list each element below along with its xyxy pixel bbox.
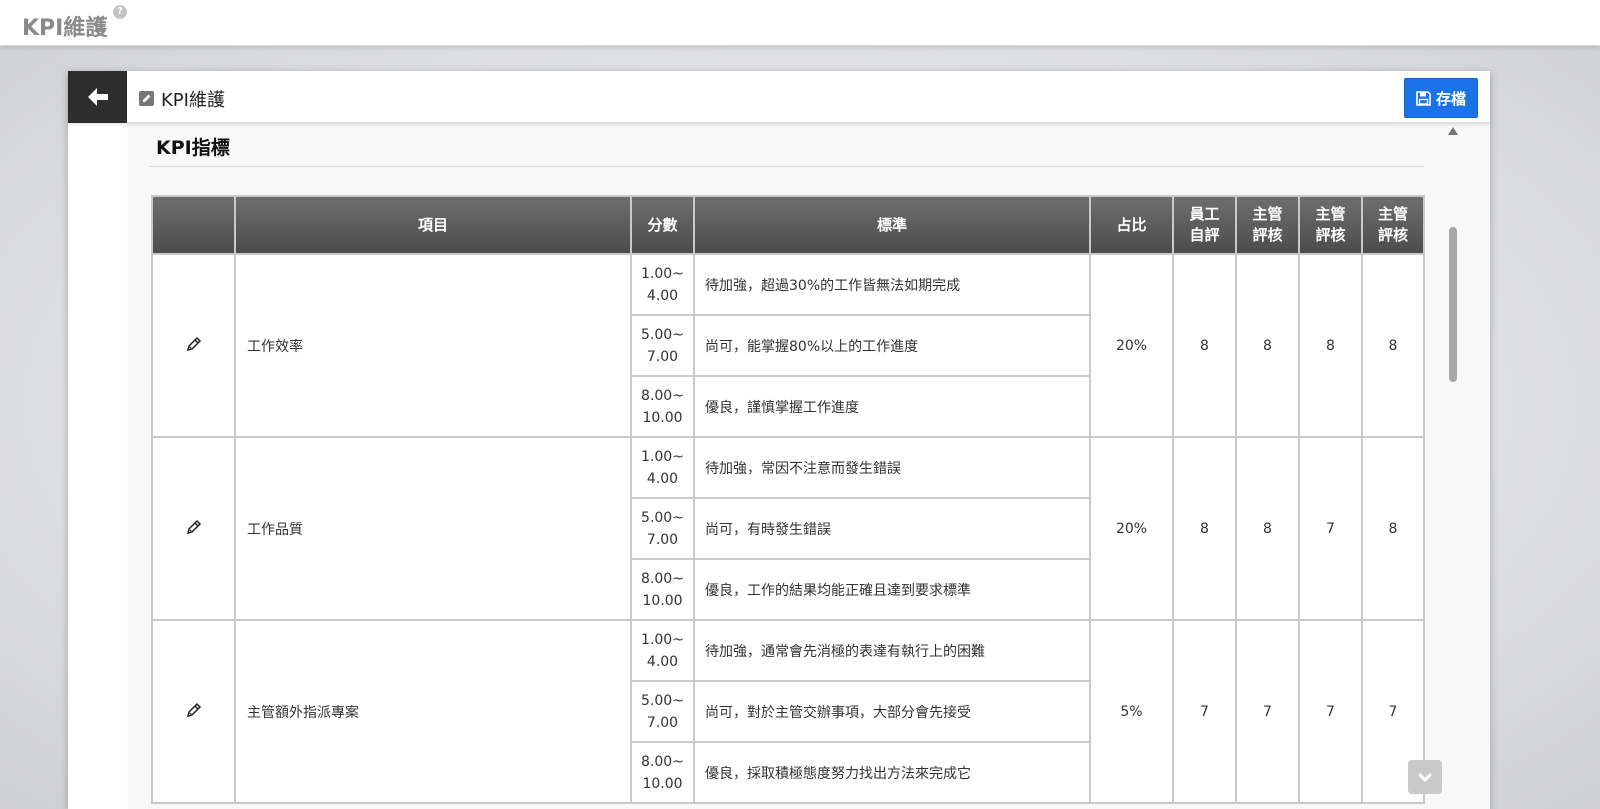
page-title: KPI維護 — [22, 16, 108, 41]
table-header-row: 項目 分數 標準 占比 員工 自評 主管 評核 主管 評核 主管 評核 — [151, 195, 1425, 255]
dialog-title: KPI維護 — [161, 90, 225, 111]
dialog-header: KPI維護 存檔 — [68, 71, 1490, 123]
self-eval-value: 7 — [1172, 619, 1237, 804]
dialog-content[interactable]: KPI指標 項目 分數 標準 占比 員工 自評 主管 評核 主管 評核 主管 評核 — [127, 123, 1490, 809]
header-manager-eval-1: 主管 評核 — [1235, 195, 1300, 255]
header-standard: 標準 — [693, 195, 1091, 255]
header-item: 項目 — [234, 195, 632, 255]
standard-text: 尚可，對於主管交辦事項，大部分會先接受 — [693, 680, 1091, 743]
weight-value: 20% — [1089, 436, 1174, 621]
manager-eval-1-value: 8 — [1235, 436, 1300, 621]
header-weight: 占比 — [1089, 195, 1174, 255]
section-title: KPI指標 — [156, 137, 230, 159]
table-row: 工作品質 1.00~ 4.00 待加強，常因不注意而發生錯誤 20% 8 8 7 … — [151, 436, 1425, 621]
floppy-disk-icon — [1416, 90, 1431, 106]
arrow-left-icon — [87, 88, 108, 106]
scroll-down-button[interactable] — [1408, 760, 1442, 794]
self-eval-value: 8 — [1172, 436, 1237, 621]
score-range: 8.00~ 10.00 — [630, 375, 695, 438]
edit-row-button[interactable] — [151, 253, 236, 438]
score-range: 5.00~ 7.00 — [630, 497, 695, 560]
pencil-icon — [186, 519, 201, 534]
score-range: 8.00~ 10.00 — [630, 741, 695, 804]
header-manager-eval-3: 主管 評核 — [1361, 195, 1425, 255]
save-label: 存檔 — [1435, 89, 1466, 108]
item-name: 主管額外指派專案 — [234, 619, 632, 804]
chevron-down-icon — [1417, 772, 1433, 783]
item-name: 工作效率 — [234, 253, 632, 438]
standard-text: 待加強，常因不注意而發生錯誤 — [693, 436, 1091, 499]
header-self-eval: 員工 自評 — [1172, 195, 1237, 255]
score-range: 1.00~ 4.00 — [630, 253, 695, 316]
manager-eval-2-value: 7 — [1298, 436, 1363, 621]
table-row: 主管額外指派專案 1.00~ 4.00 待加強，通常會先消極的表達有執行上的困難 … — [151, 619, 1425, 804]
edit-row-button[interactable] — [151, 436, 236, 621]
section-divider — [149, 166, 1424, 167]
manager-eval-2-value: 8 — [1298, 253, 1363, 438]
kpi-table: 項目 分數 標準 占比 員工自評 主管評核 主管評核 主管評核 工作效率 — [151, 195, 1425, 804]
manager-eval-3-value: 8 — [1361, 253, 1425, 438]
header-action — [151, 195, 236, 255]
header-score: 分數 — [630, 195, 695, 255]
weight-value: 5% — [1089, 619, 1174, 804]
score-range: 5.00~ 7.00 — [630, 314, 695, 377]
standard-text: 優良，採取積極態度努力找出方法來完成它 — [693, 741, 1091, 804]
scrollbar-thumb[interactable] — [1449, 227, 1457, 382]
standard-text: 尚可，能掌握80%以上的工作進度 — [693, 314, 1091, 377]
manager-eval-1-value: 8 — [1235, 253, 1300, 438]
item-name: 工作品質 — [234, 436, 632, 621]
pencil-icon — [186, 702, 201, 717]
edit-icon — [139, 91, 154, 106]
score-range: 1.00~ 4.00 — [630, 619, 695, 682]
scroll-up-arrow[interactable] — [1448, 127, 1458, 135]
manager-eval-2-value: 7 — [1298, 619, 1363, 804]
help-icon[interactable]: ? — [113, 5, 127, 19]
header-manager-eval-2: 主管 評核 — [1298, 195, 1363, 255]
weight-value: 20% — [1089, 253, 1174, 438]
edit-row-button[interactable] — [151, 619, 236, 804]
standard-text: 待加強，超過30%的工作皆無法如期完成 — [693, 253, 1091, 316]
self-eval-value: 8 — [1172, 253, 1237, 438]
app-header: KPI維護 ? — [0, 0, 1600, 46]
pencil-icon — [186, 336, 201, 351]
save-button[interactable]: 存檔 — [1404, 78, 1478, 118]
score-range: 5.00~ 7.00 — [630, 680, 695, 743]
standard-text: 優良，謹慎掌握工作進度 — [693, 375, 1091, 438]
manager-eval-1-value: 7 — [1235, 619, 1300, 804]
standard-text: 優良，工作的結果均能正確且達到要求標準 — [693, 558, 1091, 621]
table-row: 工作效率 1.00~ 4.00 待加強，超過30%的工作皆無法如期完成 20% 8… — [151, 253, 1425, 438]
score-range: 1.00~ 4.00 — [630, 436, 695, 499]
standard-text: 尚可，有時發生錯誤 — [693, 497, 1091, 560]
kpi-dialog: KPI維護 存檔 KPI指標 項目 分數 標準 占比 員工 自評 主管 評核 主… — [68, 71, 1490, 809]
standard-text: 待加強，通常會先消極的表達有執行上的困難 — [693, 619, 1091, 682]
manager-eval-3-value: 8 — [1361, 436, 1425, 621]
back-button[interactable] — [68, 71, 127, 123]
score-range: 8.00~ 10.00 — [630, 558, 695, 621]
